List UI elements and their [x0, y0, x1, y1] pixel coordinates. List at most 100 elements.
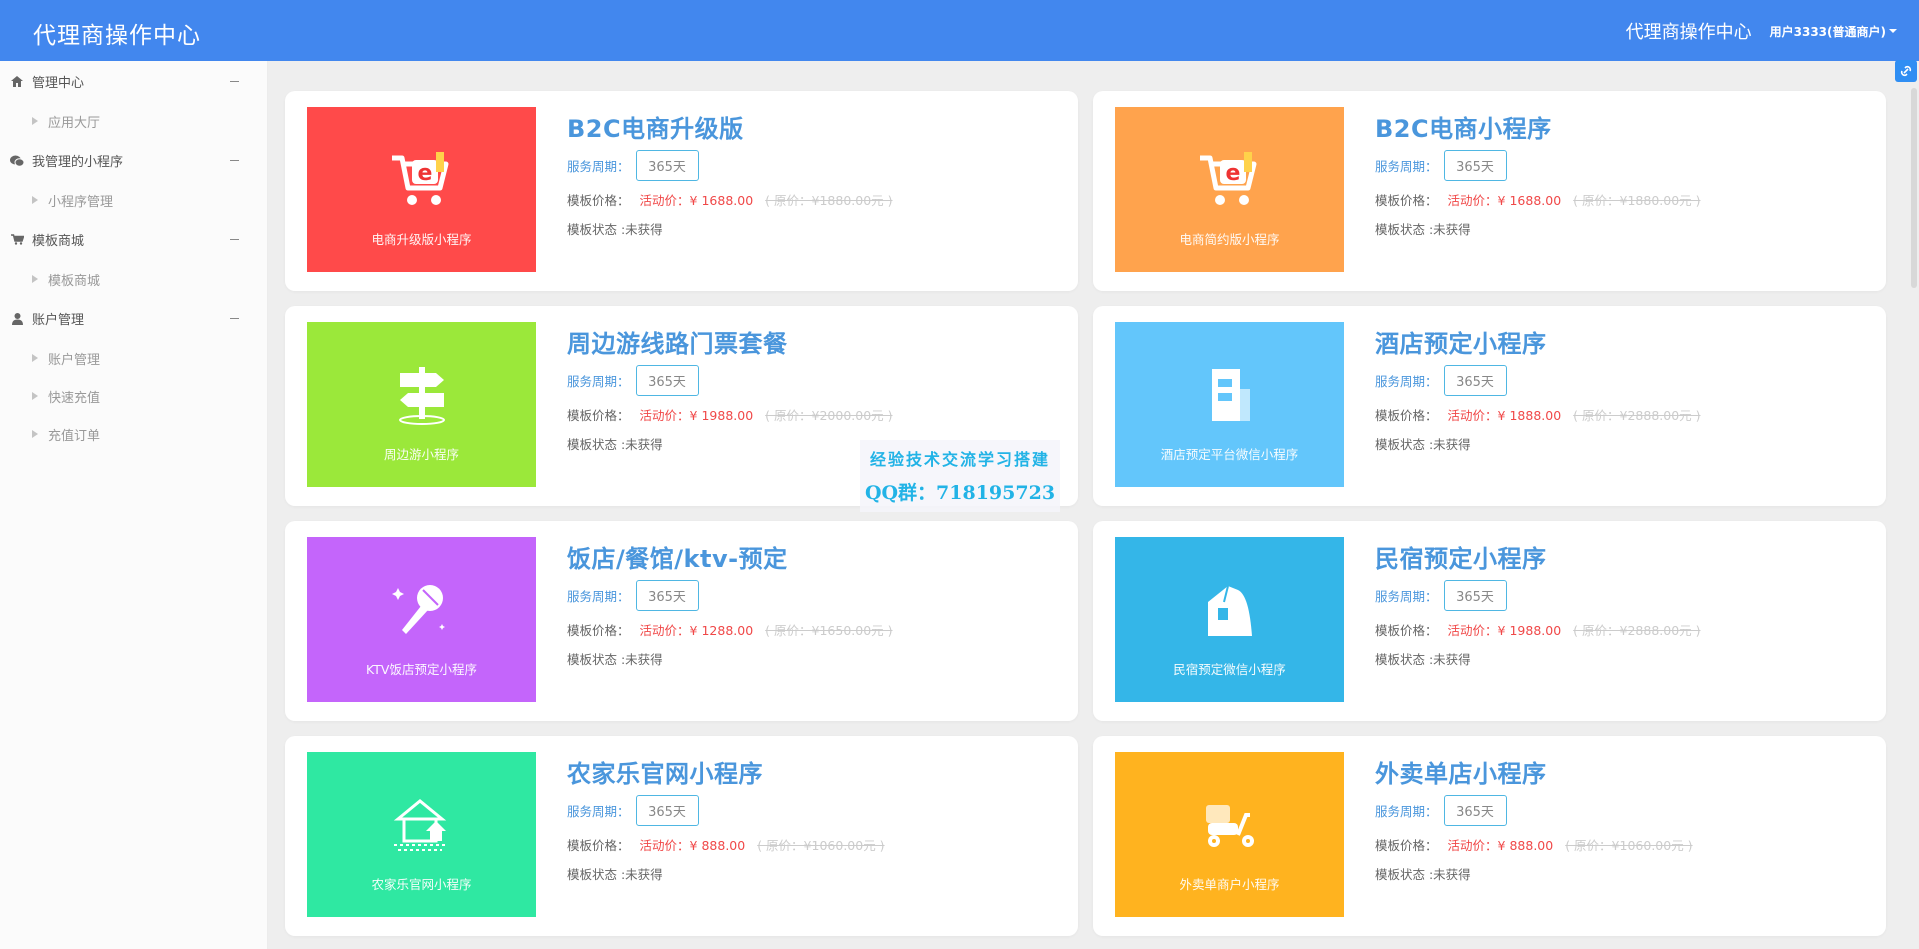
product-info: 民宿预定小程序 服务周期： 365天 模板价格： 活动价：¥ 1988.00 ( 原价：¥… [1375, 539, 1701, 668]
period-label: 服务周期： [567, 804, 630, 819]
sidebar-group-head[interactable]: 管理中心 [0, 61, 267, 102]
sidebar-item-label: 充值订单 [48, 428, 101, 444]
triangle-right-icon [32, 430, 38, 438]
thumbnail-label: KTV饭店预定小程序 [366, 662, 477, 677]
sale-price: 活动价：¥ 1988.00 [640, 405, 754, 424]
sidebar-group-mini-programs: 我管理的小程序 小程序管理 [0, 140, 267, 219]
original-price: ( 原价：¥1880.00元 ) [765, 193, 893, 208]
period-label: 服务周期： [1375, 374, 1438, 389]
link-icon[interactable] [1895, 60, 1917, 82]
brand-title[interactable]: 代理商操作中心 [33, 16, 201, 50]
period-option-button[interactable]: 365天 [1443, 150, 1507, 181]
sidebar-item-app-hall[interactable]: 应用大厅 [0, 102, 267, 140]
triangle-right-icon [32, 392, 38, 400]
top-nav-title[interactable]: 代理商操作中心 [1626, 18, 1752, 44]
collapse-icon[interactable] [230, 81, 239, 82]
farmhouse-icon [387, 794, 457, 856]
product-card[interactable]: 农家乐官网小程序 农家乐官网小程序 服务周期： 365天 模板价格： 活动价：¥ 888.… [285, 736, 1078, 936]
product-title[interactable]: 民宿预定小程序 [1375, 539, 1701, 574]
sidebar: 管理中心 应用大厅 我管理的小程序 小程序管理 模板商城 模板商城 账户管理 账… [0, 61, 268, 949]
template-status: 模板状态 :未获得 [1375, 222, 1471, 237]
sidebar-item-account-management[interactable]: 账户管理 [0, 339, 267, 377]
product-title[interactable]: 周边游线路门票套餐 [567, 324, 893, 359]
sidebar-group-label: 账户管理 [32, 313, 85, 328]
period-option-button[interactable]: 365天 [635, 580, 699, 611]
service-period-row: 服务周期： 365天 [1375, 365, 1701, 396]
product-info: B2C电商升级版 服务周期： 365天 模板价格： 活动价：¥ 1688.00 ( 原价：… [567, 109, 893, 238]
sidebar-group-head[interactable]: 账户管理 [0, 298, 267, 339]
svg-text:e: e [417, 161, 432, 186]
sale-price-prefix: 活动价： [1447, 408, 1498, 423]
user-menu[interactable]: 用户3333(普通商户) [1770, 23, 1897, 40]
price-row: 模板价格： 活动价：¥ 1888.00 ( 原价：¥2888.00元 ) [1375, 405, 1701, 424]
sidebar-item-quick-recharge[interactable]: 快速充值 [0, 377, 267, 415]
scrollbar[interactable] [1911, 88, 1917, 288]
price-label: 模板价格： [567, 193, 630, 208]
collapse-icon[interactable] [230, 318, 239, 319]
sale-price-prefix: 活动价： [639, 623, 690, 638]
cart-icon [10, 233, 24, 247]
sale-price-prefix: 活动价： [639, 838, 690, 853]
product-thumbnail[interactable]: e 电商简约版小程序 [1115, 107, 1344, 272]
home-icon [10, 75, 24, 89]
template-status: 模板状态 :未获得 [567, 222, 663, 237]
product-info: 周边游线路门票套餐 服务周期： 365天 模板价格： 活动价：¥ 1988.00 ( 原价… [567, 324, 893, 453]
sidebar-item-template-mall[interactable]: 模板商城 [0, 260, 267, 298]
sale-price-prefix: 活动价： [639, 193, 690, 208]
price-row: 模板价格： 活动价：¥ 1988.00 ( 原价：¥2888.00元 ) [1375, 620, 1701, 639]
watermark-line2: QQ群：718195723 [864, 482, 1056, 504]
product-thumbnail[interactable]: e 电商升级版小程序 [307, 107, 536, 272]
product-card[interactable]: e 电商简约版小程序 B2C电商小程序 服务周期： 365天 模板价格： 活动价：¥ 168… [1093, 91, 1886, 291]
product-card[interactable]: e 电商升级版小程序 B2C电商升级版 服务周期： 365天 模板价格： 活动价：¥ 168… [285, 91, 1078, 291]
period-option-button[interactable]: 365天 [635, 795, 699, 826]
product-thumbnail[interactable]: 周边游小程序 [307, 322, 536, 487]
product-title[interactable]: 酒店预定小程序 [1375, 324, 1701, 359]
product-title[interactable]: 农家乐官网小程序 [567, 754, 885, 789]
sidebar-item-mini-program-management[interactable]: 小程序管理 [0, 181, 267, 219]
microphone-icon [387, 579, 457, 641]
price-row: 模板价格： 活动价：¥ 888.00 ( 原价：¥1060.00元 ) [567, 835, 885, 854]
product-info: 酒店预定小程序 服务周期： 365天 模板价格： 活动价：¥ 1888.00 ( 原价：¥… [1375, 324, 1701, 453]
price-row: 模板价格： 活动价：¥ 1288.00 ( 原价：¥1650.00元 ) [567, 620, 893, 639]
product-title[interactable]: 饭店/餐馆/ktv-预定 [567, 539, 893, 574]
price-row: 模板价格： 活动价：¥ 888.00 ( 原价：¥1060.00元 ) [1375, 835, 1693, 854]
collapse-icon[interactable] [230, 239, 239, 240]
sidebar-item-recharge-orders[interactable]: 充值订单 [0, 415, 267, 453]
product-title[interactable]: B2C电商小程序 [1375, 109, 1701, 144]
product-card[interactable]: 外卖单商户小程序 外卖单店小程序 服务周期： 365天 模板价格： 活动价：¥ 888.0… [1093, 736, 1886, 936]
product-thumbnail[interactable]: 外卖单商户小程序 [1115, 752, 1344, 917]
period-option-button[interactable]: 365天 [1443, 795, 1507, 826]
triangle-right-icon [32, 354, 38, 362]
collapse-icon[interactable] [230, 160, 239, 161]
homestay-icon [1195, 579, 1265, 641]
product-card[interactable]: 酒店预定平台微信小程序 酒店预定小程序 服务周期： 365天 模板价格： 活动价：¥ 18… [1093, 306, 1886, 506]
sidebar-group-label: 我管理的小程序 [32, 155, 124, 170]
sidebar-group-head[interactable]: 我管理的小程序 [0, 140, 267, 181]
price-label: 模板价格： [1375, 193, 1438, 208]
thumbnail-label: 电商升级版小程序 [371, 232, 472, 247]
period-option-button[interactable]: 365天 [1443, 365, 1507, 396]
period-option-button[interactable]: 365天 [1443, 580, 1507, 611]
product-title[interactable]: 外卖单店小程序 [1375, 754, 1693, 789]
product-card[interactable]: 民宿预定微信小程序 民宿预定小程序 服务周期： 365天 模板价格： 活动价：¥ 1988… [1093, 521, 1886, 721]
sidebar-group-head[interactable]: 模板商城 [0, 219, 267, 260]
service-period-row: 服务周期： 365天 [567, 150, 893, 181]
period-option-button[interactable]: 365天 [635, 365, 699, 396]
period-label: 服务周期： [567, 589, 630, 604]
price-row: 模板价格： 活动价：¥ 1688.00 ( 原价：¥1880.00元 ) [1375, 190, 1701, 209]
original-price: ( 原价：¥1880.00元 ) [1573, 193, 1701, 208]
product-thumbnail[interactable]: 酒店预定平台微信小程序 [1115, 322, 1344, 487]
sale-price: 活动价：¥ 888.00 [1448, 835, 1554, 854]
sidebar-group-management: 管理中心 应用大厅 [0, 61, 267, 140]
product-thumbnail[interactable]: 农家乐官网小程序 [307, 752, 536, 917]
product-thumbnail[interactable]: 民宿预定微信小程序 [1115, 537, 1344, 702]
sidebar-item-label: 快速充值 [48, 390, 101, 406]
sale-price-value: ¥ 1288.00 [689, 623, 754, 638]
product-title[interactable]: B2C电商升级版 [567, 109, 893, 144]
price-label: 模板价格： [1375, 408, 1438, 423]
period-option-button[interactable]: 365天 [635, 150, 699, 181]
template-status: 模板状态 :未获得 [567, 867, 663, 882]
product-card[interactable]: KTV饭店预定小程序 饭店/餐馆/ktv-预定服务周期： 365天模板价格： 活动价：… [285, 521, 1078, 721]
product-thumbnail[interactable]: KTV饭店预定小程序 [307, 537, 536, 702]
product-info: 饭店/餐馆/ktv-预定服务周期： 365天模板价格： 活动价：¥ 1288.00 (… [567, 539, 893, 668]
